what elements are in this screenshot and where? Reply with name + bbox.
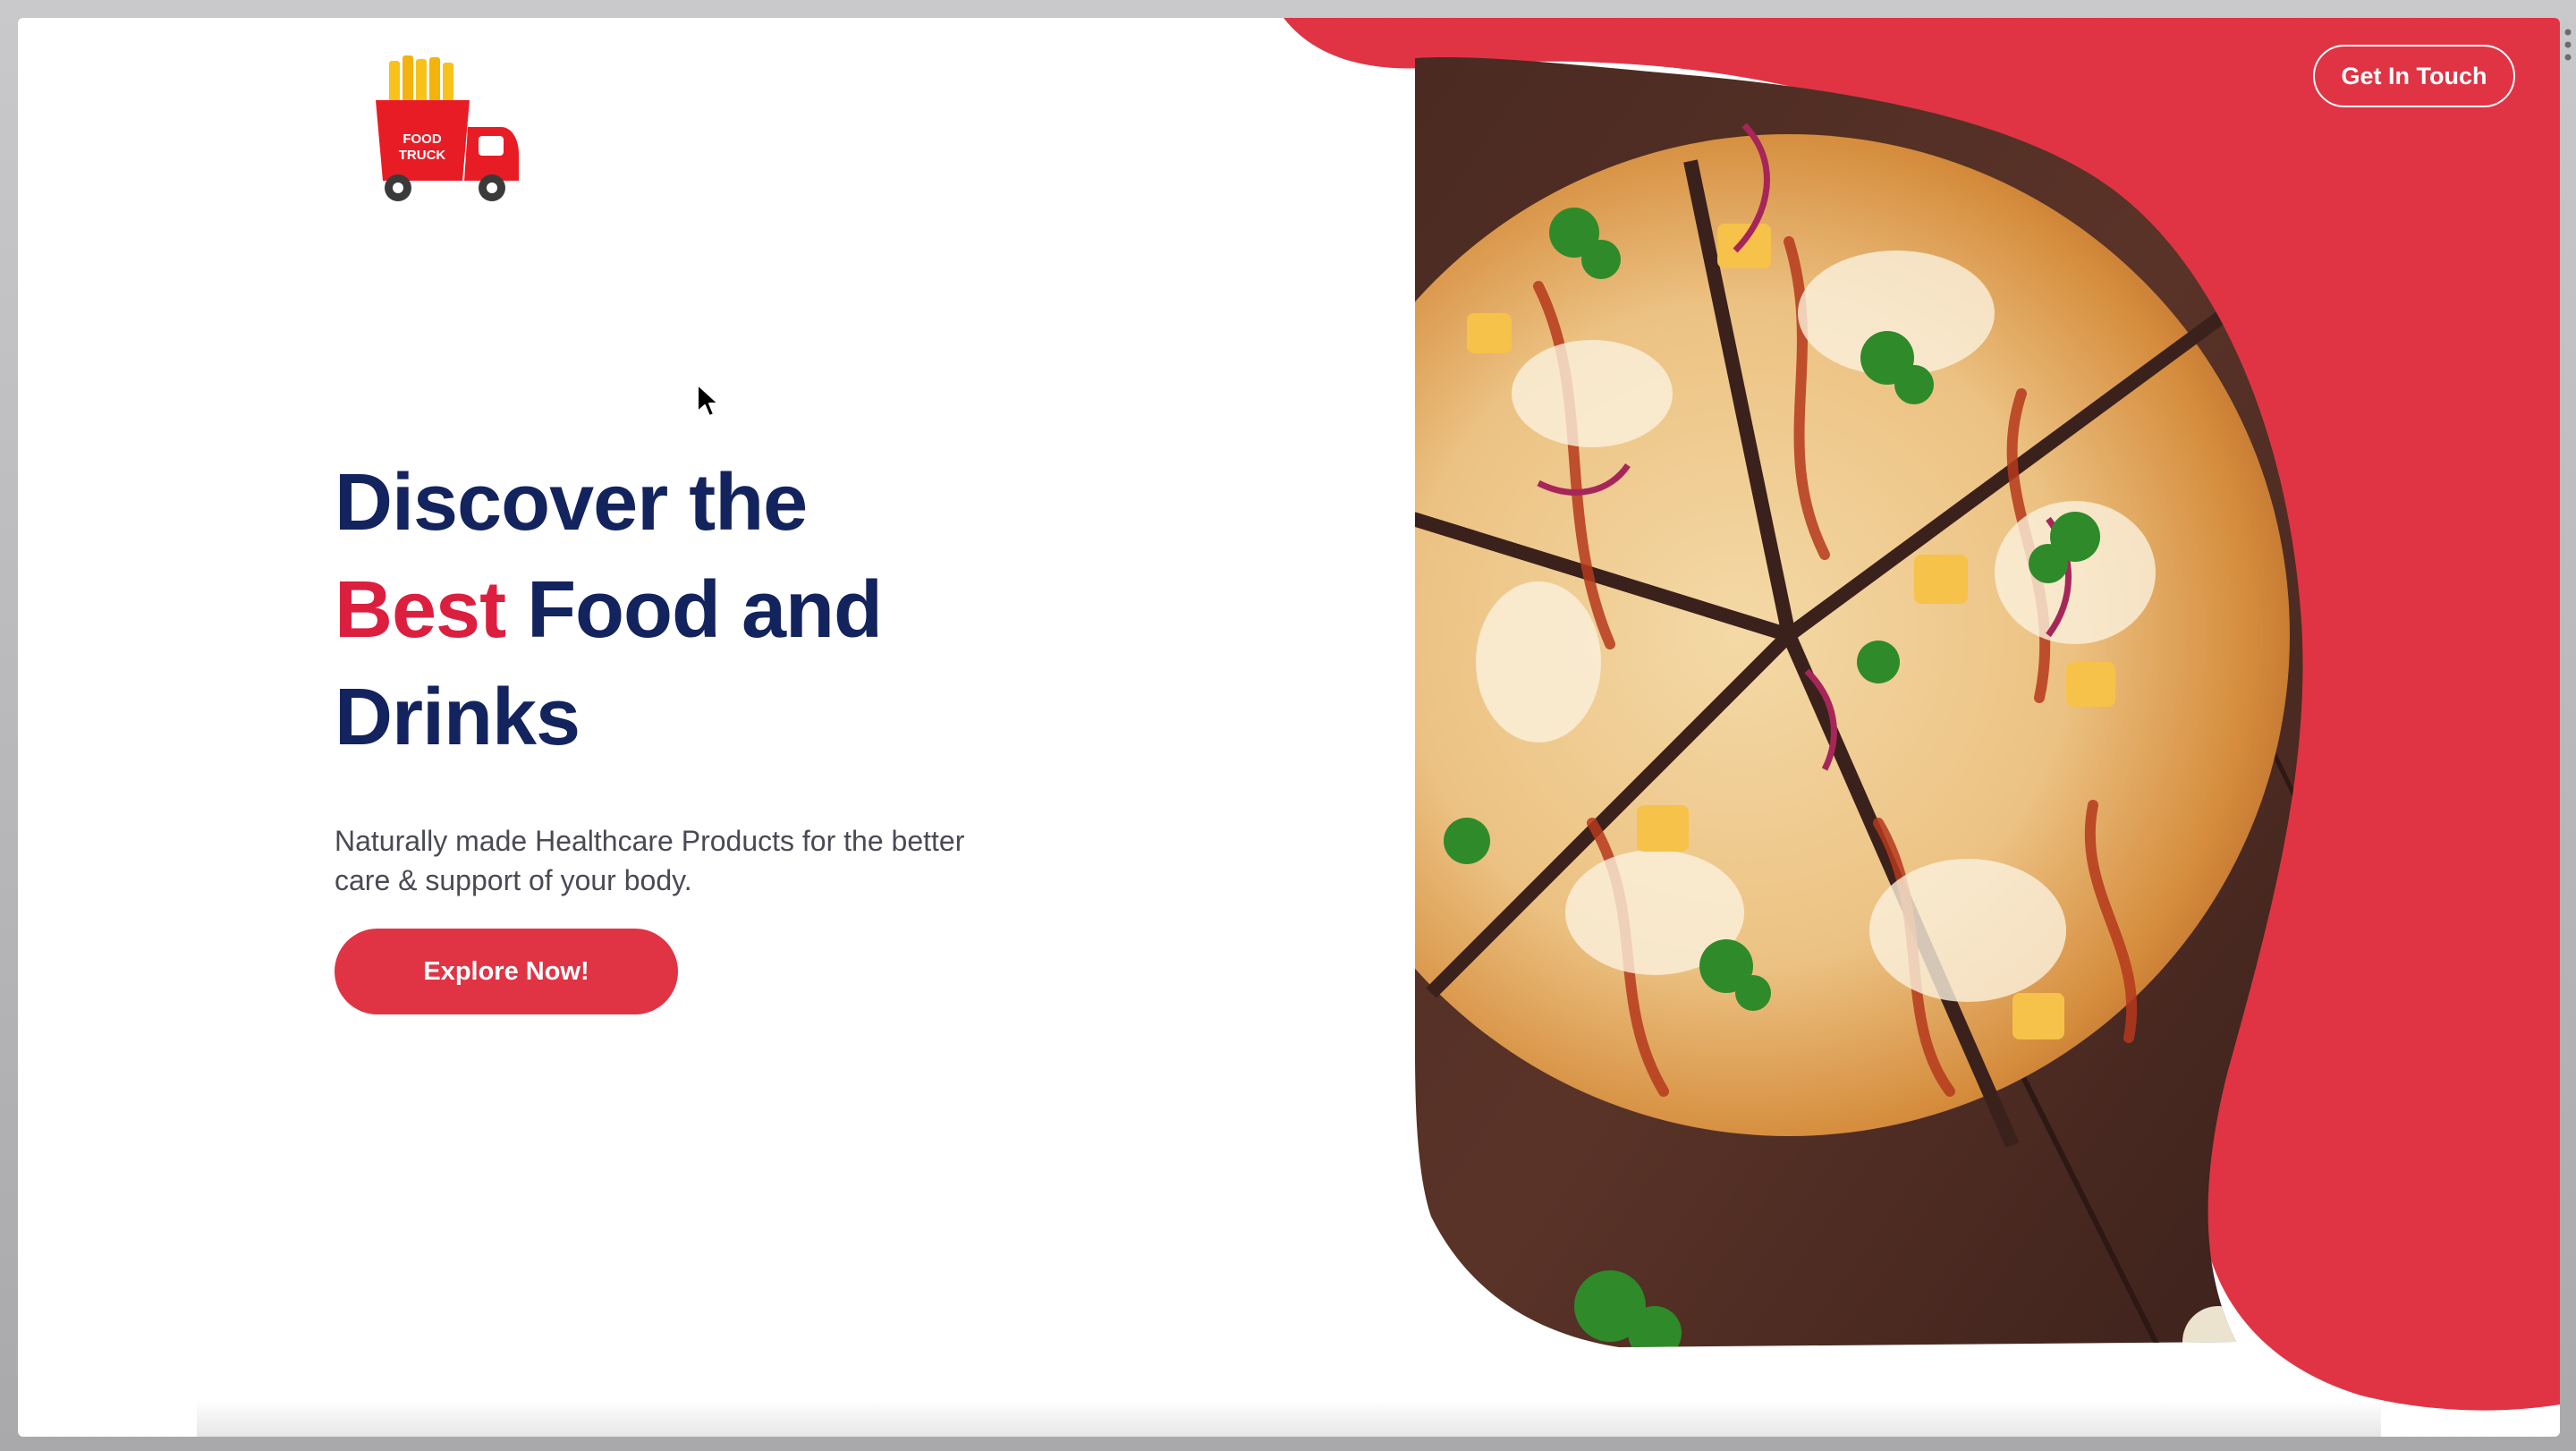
browser-window: FOOD TRUCK Get In Touch Discover the Bes…: [0, 0, 2576, 1451]
hero-title-accent: Best: [335, 565, 506, 655]
logo-line1: FOOD: [402, 132, 441, 147]
explore-now-button[interactable]: Explore Now!: [335, 929, 678, 1014]
hero-title-line3: Drinks: [335, 673, 580, 762]
get-in-touch-button[interactable]: Get In Touch: [2313, 45, 2515, 107]
mouse-cursor-icon: [697, 384, 719, 417]
logo-line2: TRUCK: [399, 148, 446, 163]
food-truck-logo[interactable]: FOOD TRUCK: [353, 55, 523, 208]
pizza-photo: [1414, 57, 2303, 1348]
page-viewport: FOOD TRUCK Get In Touch Discover the Bes…: [18, 18, 2560, 1437]
hero-title-line2: Food and: [505, 565, 883, 655]
hero-title: Discover the Best Food and Drinks: [335, 449, 1140, 771]
hero-title-line1: Discover the: [335, 458, 808, 547]
hero-subtitle: Naturally made Healthcare Products for t…: [335, 825, 965, 896]
bottom-fade: [197, 1401, 2381, 1437]
window-menu-dots-icon[interactable]: [2563, 27, 2572, 63]
